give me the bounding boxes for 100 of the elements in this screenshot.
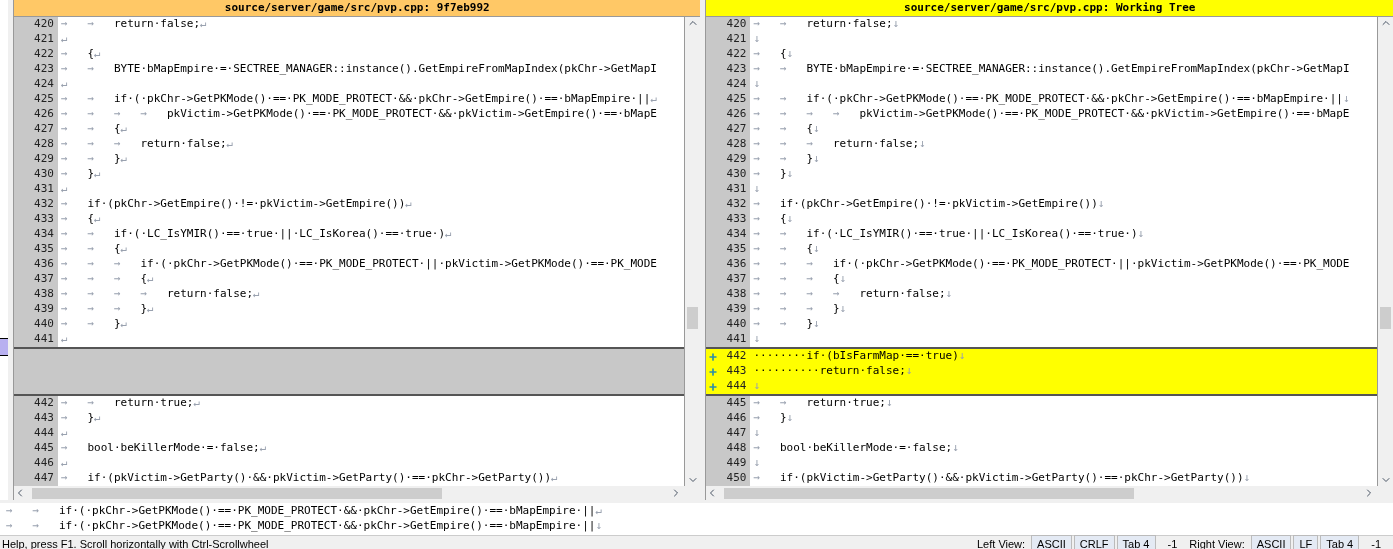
line-number: 431 bbox=[726, 181, 747, 198]
code-line: → → {↵ bbox=[60, 122, 128, 137]
code-line: → → → return·false;↵ bbox=[60, 137, 234, 152]
code-line: ↓ bbox=[753, 182, 761, 197]
view-label: Left View: bbox=[977, 536, 1027, 549]
added-line-icon bbox=[708, 366, 719, 377]
line-number: 432 bbox=[726, 196, 747, 213]
line-number: 427 bbox=[726, 121, 747, 138]
code-line: → → → }↓ bbox=[753, 302, 847, 317]
code-line: → → if·(·pkChr->GetPKMode()·==·PK_MODE_PROTECT·&&·pkChr->GetEmpire()·==·bMapEmpire·||↓ bbox=[6, 518, 603, 535]
line-number: 428 bbox=[726, 136, 747, 153]
code-line: → → if·(·pkChr->GetPKMode()·==·PK_MODE_PROTECT·&&·pkChr->GetEmpire()·==·bMapEmpire·||↵ bbox=[6, 503, 603, 520]
line-number: 430 bbox=[34, 166, 54, 183]
code-line: → }↵ bbox=[60, 167, 101, 182]
line-number: 438 bbox=[726, 286, 747, 303]
code-line: → if·(pkVictim->GetParty()·&&·pkVictim->GetParty()·==·pkChr->GetParty())↵ bbox=[60, 471, 558, 486]
line-number: 447 bbox=[726, 425, 747, 442]
line-number: 436 bbox=[726, 256, 747, 273]
line-number: 444 bbox=[34, 425, 54, 442]
line-number: 441 bbox=[34, 331, 54, 348]
line-number: 442 bbox=[34, 395, 54, 412]
code-line: → → {↓ bbox=[753, 122, 820, 137]
code-line: → {↓ bbox=[753, 47, 794, 62]
line-number: 440 bbox=[726, 316, 747, 333]
line-number: 423 bbox=[726, 61, 747, 78]
code-line: ↵ bbox=[60, 332, 68, 347]
line-number: 437 bbox=[726, 271, 747, 288]
code-line: ↓ bbox=[753, 379, 761, 394]
code-line: → bool·beKillerMode·=·false;↵ bbox=[60, 441, 267, 456]
diff-locator-bar[interactable] bbox=[0, 0, 8, 500]
scrollbar-thumb[interactable] bbox=[1380, 307, 1391, 329]
code-line: → → → {↵ bbox=[60, 272, 154, 287]
code-line: → → }↵ bbox=[60, 317, 128, 332]
file-title-bar: source/server/game/src/pvp.cpp: Working Tree bbox=[706, 0, 1393, 17]
code-line: ↓ bbox=[753, 332, 761, 347]
code-line: → → if·(·pkChr->GetPKMode()·==·PK_MODE_PROTECT·&&·pkChr->GetEmpire()·==·bMapEmpire·||↓ bbox=[753, 92, 1350, 107]
line-number: 425 bbox=[34, 91, 54, 108]
line-number: 434 bbox=[34, 226, 54, 243]
code-line: ↵ bbox=[60, 77, 68, 92]
code-line: ↵ bbox=[60, 426, 68, 441]
code-line: → if·(pkChr->GetEmpire()·!=·pkVictim->GetEmpire())↵ bbox=[60, 197, 412, 212]
code-line: → → → if·(·pkChr->GetPKMode()·==·PK_MODE_PROTECT·||·pkVictim->GetPKMode()·==·PK_MODE bbox=[753, 257, 1350, 272]
code-line: → if·(pkChr->GetEmpire()·!=·pkVictim->GetEmpire())↓ bbox=[753, 197, 1105, 212]
code-line: → → → }↵ bbox=[60, 302, 154, 317]
line-number: 432 bbox=[34, 196, 54, 213]
code-line: ↓ bbox=[753, 77, 761, 92]
code-line: → }↓ bbox=[753, 167, 794, 182]
line-number: 436 bbox=[34, 256, 54, 273]
line-number: 435 bbox=[726, 241, 747, 258]
scrollbar-thumb[interactable] bbox=[687, 307, 699, 329]
code-line: → → return·false;↵ bbox=[60, 17, 207, 32]
line-number: 437 bbox=[34, 271, 54, 288]
code-line: → → → if·(·pkChr->GetPKMode()·==·PK_MODE_PROTECT·||·pkVictim->GetPKMode()·==·PK_MODE bbox=[60, 257, 657, 272]
file-title-bar: source/server/game/src/pvp.cpp: 9f7eb992 bbox=[13, 0, 701, 17]
line-number: 433 bbox=[726, 211, 747, 228]
code-line: → → {↓ bbox=[753, 242, 820, 257]
line-number: 441 bbox=[726, 331, 747, 348]
line-number: 421 bbox=[726, 31, 747, 48]
code-line: → → if·(·pkChr->GetPKMode()·==·PK_MODE_PROTECT·&&·pkChr->GetEmpire()·==·bMapEmpire·||↵ bbox=[60, 92, 657, 107]
added-line-icon bbox=[708, 381, 719, 392]
line-number: 449 bbox=[726, 455, 747, 472]
line-number: 445 bbox=[34, 440, 54, 457]
code-line: → → }↓ bbox=[753, 152, 820, 167]
line-number: 424 bbox=[34, 76, 54, 93]
scrollbar-thumb[interactable] bbox=[31, 487, 442, 499]
line-number: 446 bbox=[726, 410, 747, 427]
line-number: 445 bbox=[726, 395, 747, 412]
line-number: 443 bbox=[34, 410, 54, 427]
code-line: → → return·false;↓ bbox=[753, 17, 900, 32]
code-line: → if·(pkVictim->GetParty()·&&·pkVictim->GetParty()·==·pkChr->GetParty())↓ bbox=[753, 471, 1251, 486]
line-number: 448 bbox=[726, 440, 747, 457]
code-line: → → if·(·LC_IsYMIR()·==·true·||·LC_IsKorea()·==·true·)↵ bbox=[60, 227, 452, 242]
code-line: → bool·beKillerMode·=·false;↓ bbox=[753, 441, 959, 456]
added-line-icon bbox=[708, 351, 719, 362]
code-line: → → {↵ bbox=[60, 242, 128, 257]
line-number: 434 bbox=[726, 226, 747, 243]
code-line: → }↓ bbox=[753, 411, 794, 426]
line-number: 426 bbox=[726, 106, 747, 123]
line-indicator: -1 bbox=[1370, 536, 1381, 549]
line-number: 443 bbox=[726, 363, 747, 380]
line-number: 435 bbox=[34, 241, 54, 258]
scrollbar-thumb[interactable] bbox=[724, 487, 1135, 499]
code-line: → {↵ bbox=[60, 47, 101, 62]
line-number: 427 bbox=[34, 121, 54, 138]
code-line: → {↵ bbox=[60, 212, 101, 227]
code-line: → → }↓ bbox=[753, 317, 820, 332]
line-number: 431 bbox=[34, 181, 54, 198]
line-number: 426 bbox=[34, 106, 54, 123]
line-number: 420 bbox=[34, 16, 54, 33]
code-line: → → → → return·false;↵ bbox=[60, 287, 260, 302]
line-number: 439 bbox=[726, 301, 747, 318]
code-line: → {↓ bbox=[753, 212, 794, 227]
line-indicator: -1 bbox=[1166, 536, 1178, 549]
line-number: 446 bbox=[34, 455, 54, 472]
code-line: ········if·(bIsFarmMap·==·true)↓ bbox=[753, 349, 966, 364]
line-number: 429 bbox=[726, 151, 747, 168]
line-number: 429 bbox=[34, 151, 54, 168]
code-line: → → if·(·LC_IsYMIR()·==·true·||·LC_IsKorea()·==·true·)↓ bbox=[753, 227, 1145, 242]
code-line: → → → return·false;↓ bbox=[753, 137, 926, 152]
code-line: ··········return·false;↓ bbox=[753, 364, 913, 379]
